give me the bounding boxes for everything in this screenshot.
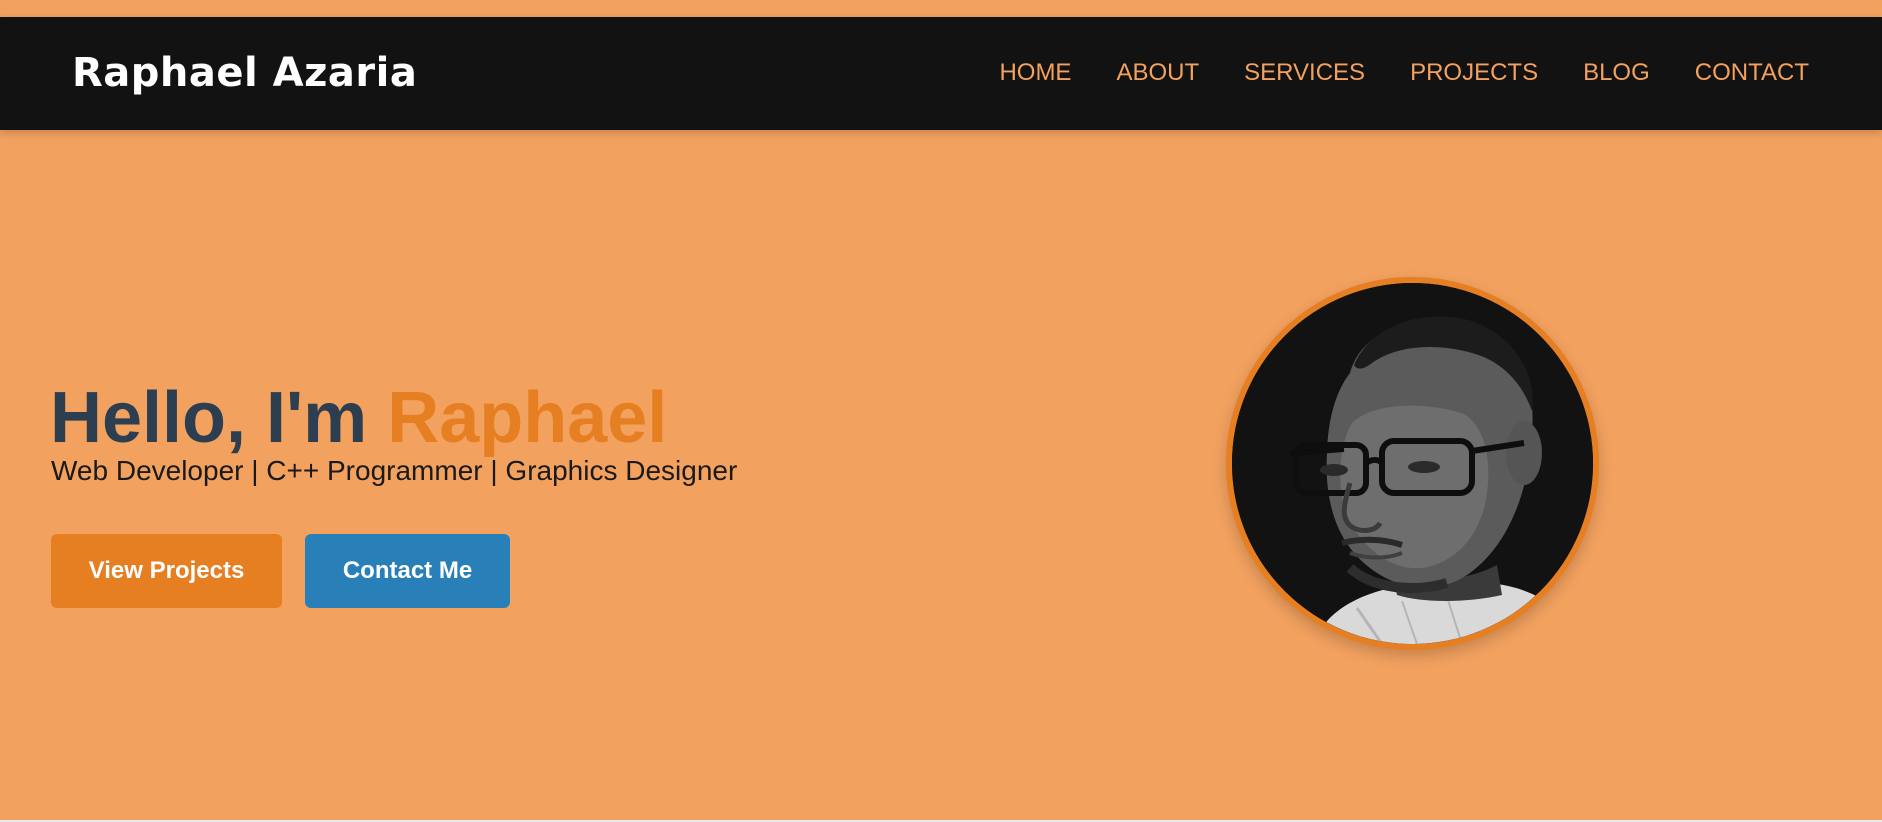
hero-subtitle: Web Developer | C++ Programmer | Graphic… bbox=[51, 455, 738, 486]
nav-contact-link[interactable]: CONTACT bbox=[1695, 61, 1809, 85]
hero-title: Hello, I'm Raphael bbox=[50, 382, 667, 454]
view-projects-button[interactable]: View Projects bbox=[51, 534, 282, 608]
hero-greeting: Hello, I'm bbox=[50, 378, 368, 459]
profile-photo bbox=[1226, 277, 1599, 650]
site-header: Raphael Azaria HOME ABOUT SERVICES PROJE… bbox=[0, 17, 1882, 130]
nav-home-link[interactable]: HOME bbox=[999, 61, 1071, 85]
nav-about-link[interactable]: ABOUT bbox=[1116, 61, 1199, 85]
main-nav: HOME ABOUT SERVICES PROJECTS BLOG CONTAC… bbox=[999, 61, 1809, 85]
nav-services-link[interactable]: SERVICES bbox=[1244, 61, 1365, 85]
brand-logo[interactable]: Raphael Azaria bbox=[72, 53, 417, 93]
nav-projects-link[interactable]: PROJECTS bbox=[1410, 61, 1538, 85]
nav-blog-link[interactable]: BLOG bbox=[1583, 61, 1650, 85]
hero-name: Raphael bbox=[387, 378, 668, 459]
contact-me-button[interactable]: Contact Me bbox=[305, 534, 510, 608]
